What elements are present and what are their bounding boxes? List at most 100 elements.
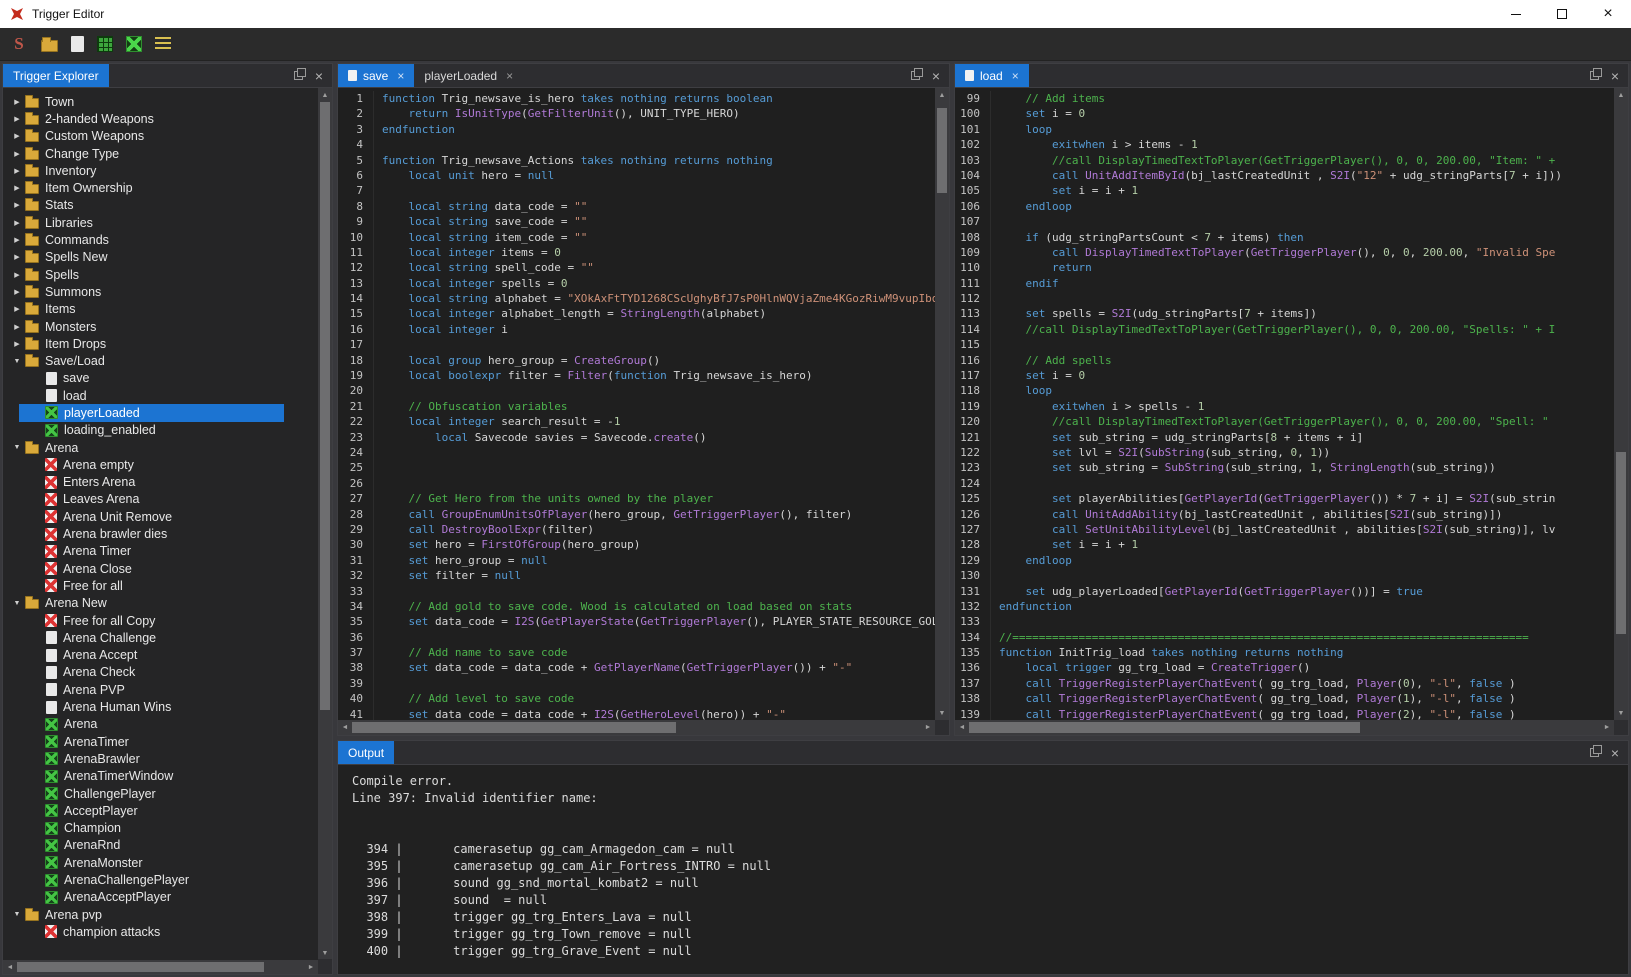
- tree-item-arenaacceptplayer[interactable]: ArenaAcceptPlayer: [3, 889, 318, 906]
- tab-save[interactable]: save×: [338, 64, 414, 87]
- tree-item-2-handed-weapons[interactable]: ▶2-handed Weapons: [3, 110, 318, 127]
- tree-item-arenamonster[interactable]: ArenaMonster: [3, 854, 318, 871]
- script-editor-icon[interactable]: S: [10, 35, 28, 53]
- tree-item-arena-accept[interactable]: Arena Accept: [3, 647, 318, 664]
- float-panel-icon[interactable]: [1590, 748, 1599, 757]
- tree-item-free-for-all-copy[interactable]: Free for all Copy: [3, 612, 318, 629]
- load-code-editor[interactable]: 99 // Add items100 set i = 0101 loop102 …: [955, 88, 1614, 720]
- chevron-right-icon[interactable]: ▶: [9, 340, 25, 348]
- tree-item-arena-check[interactable]: Arena Check: [3, 664, 318, 681]
- tree-item-arena-challenge[interactable]: Arena Challenge: [3, 629, 318, 646]
- script-list-icon[interactable]: [155, 37, 171, 51]
- tree-item-loading-enabled[interactable]: loading_enabled: [3, 422, 318, 439]
- tree-item-save[interactable]: save: [3, 370, 318, 387]
- tree-item-leaves-arena[interactable]: Leaves Arena: [3, 491, 318, 508]
- new-trigger-icon[interactable]: [71, 36, 84, 52]
- tree-item-inventory[interactable]: ▶Inventory: [3, 162, 318, 179]
- tab-playerLoaded[interactable]: playerLoaded×: [414, 64, 523, 87]
- save-code-editor[interactable]: 1function Trig_newsave_is_hero takes not…: [338, 88, 935, 720]
- tree-item-libraries[interactable]: ▶Libraries: [3, 214, 318, 231]
- tree-item-enters-arena[interactable]: Enters Arena: [3, 474, 318, 491]
- chevron-down-icon[interactable]: ▼: [9, 358, 25, 365]
- close-panel-icon[interactable]: ×: [1611, 69, 1619, 83]
- chevron-down-icon[interactable]: ▼: [9, 444, 25, 451]
- open-folder-icon[interactable]: [41, 40, 58, 52]
- tree-item-arena-unit-remove[interactable]: Arena Unit Remove: [3, 508, 318, 525]
- tree-item-arena-human-wins[interactable]: Arena Human Wins: [3, 698, 318, 715]
- chevron-right-icon[interactable]: ▶: [9, 150, 25, 158]
- scroll-down-icon[interactable]: ▼: [935, 706, 949, 720]
- tree-item-stats[interactable]: ▶Stats: [3, 197, 318, 214]
- tree-item-save-load[interactable]: ▼Save/Load: [3, 352, 318, 369]
- scroll-left-icon[interactable]: ◄: [3, 960, 17, 974]
- tree-item-free-for-all[interactable]: Free for all: [3, 577, 318, 594]
- chevron-right-icon[interactable]: ▶: [9, 305, 25, 313]
- tree-item-playerloaded[interactable]: playerLoaded: [3, 404, 318, 421]
- chevron-right-icon[interactable]: ▶: [9, 253, 25, 261]
- chevron-right-icon[interactable]: ▶: [9, 219, 25, 227]
- editor-vertical-scrollbar[interactable]: ▲ ▼: [935, 88, 949, 720]
- tree-item-change-type[interactable]: ▶Change Type: [3, 145, 318, 162]
- close-panel-icon[interactable]: ×: [1611, 746, 1619, 760]
- chevron-right-icon[interactable]: ▶: [9, 201, 25, 209]
- tree-item-commands[interactable]: ▶Commands: [3, 231, 318, 248]
- scrollbar-thumb[interactable]: [1616, 452, 1626, 633]
- tree-item-arena[interactable]: Arena: [3, 716, 318, 733]
- scrollbar-thumb[interactable]: [17, 962, 264, 972]
- chevron-right-icon[interactable]: ▶: [9, 271, 25, 279]
- tree-item-arena-pvp[interactable]: Arena PVP: [3, 681, 318, 698]
- tree-item-arenabrawler[interactable]: ArenaBrawler: [3, 750, 318, 767]
- scroll-down-icon[interactable]: ▼: [1614, 706, 1628, 720]
- tree-item-custom-weapons[interactable]: ▶Custom Weapons: [3, 128, 318, 145]
- tree-item-arena-pvp[interactable]: ▼Arena pvp: [3, 906, 318, 923]
- tree-item-load[interactable]: load: [3, 387, 318, 404]
- tree-item-arenachallengeplayer[interactable]: ArenaChallengePlayer: [3, 871, 318, 888]
- tree-item-challengeplayer[interactable]: ChallengePlayer: [3, 785, 318, 802]
- tree-item-champion[interactable]: Champion: [3, 819, 318, 836]
- scroll-right-icon[interactable]: ►: [921, 720, 935, 734]
- tree-item-spells-new[interactable]: ▶Spells New: [3, 249, 318, 266]
- tree-item-arena-close[interactable]: Arena Close: [3, 560, 318, 577]
- scroll-left-icon[interactable]: ◄: [338, 720, 352, 734]
- tab-close-icon[interactable]: ×: [397, 69, 404, 83]
- tree-item-arenatimerwindow[interactable]: ArenaTimerWindow: [3, 768, 318, 785]
- tree-item-arena-empty[interactable]: Arena empty: [3, 456, 318, 473]
- scrollbar-thumb[interactable]: [937, 108, 947, 193]
- tree-item-arena-timer[interactable]: Arena Timer: [3, 543, 318, 560]
- tab-close-icon[interactable]: ×: [506, 69, 513, 83]
- chevron-right-icon[interactable]: ▶: [9, 98, 25, 106]
- chevron-right-icon[interactable]: ▶: [9, 288, 25, 296]
- scroll-up-icon[interactable]: ▲: [935, 88, 949, 102]
- explorer-vertical-scrollbar[interactable]: ▲ ▼: [318, 88, 332, 960]
- editor-horizontal-scrollbar[interactable]: ◄ ►: [955, 720, 1614, 735]
- chevron-down-icon[interactable]: ▼: [9, 600, 25, 607]
- editor-horizontal-scrollbar[interactable]: ◄ ►: [338, 720, 935, 735]
- scroll-up-icon[interactable]: ▲: [1614, 88, 1628, 102]
- tree-item-arena-brawler-dies[interactable]: Arena brawler dies: [3, 525, 318, 542]
- explorer-horizontal-scrollbar[interactable]: ◄ ►: [3, 960, 318, 974]
- float-panel-icon[interactable]: [911, 71, 920, 80]
- tree-item-item-drops[interactable]: ▶Item Drops: [3, 335, 318, 352]
- tree-item-monsters[interactable]: ▶Monsters: [3, 318, 318, 335]
- float-panel-icon[interactable]: [1590, 71, 1599, 80]
- chevron-right-icon[interactable]: ▶: [9, 236, 25, 244]
- scroll-up-icon[interactable]: ▲: [318, 88, 332, 102]
- editor-vertical-scrollbar[interactable]: ▲ ▼: [1614, 88, 1628, 720]
- chevron-right-icon[interactable]: ▶: [9, 323, 25, 331]
- tree-item-arena-new[interactable]: ▼Arena New: [3, 595, 318, 612]
- scroll-right-icon[interactable]: ►: [304, 960, 318, 974]
- scroll-down-icon[interactable]: ▼: [318, 946, 332, 960]
- scrollbar-thumb[interactable]: [320, 102, 330, 710]
- tree-item-summons[interactable]: ▶Summons: [3, 283, 318, 300]
- tree-item-acceptplayer[interactable]: AcceptPlayer: [3, 802, 318, 819]
- output-tab[interactable]: Output: [338, 741, 394, 764]
- float-panel-icon[interactable]: [294, 71, 303, 80]
- close-panel-icon[interactable]: ×: [932, 69, 940, 83]
- tree-item-item-ownership[interactable]: ▶Item Ownership: [3, 179, 318, 196]
- tab-load[interactable]: load×: [955, 64, 1029, 87]
- variable-grid-icon[interactable]: [97, 36, 113, 52]
- close-button[interactable]: ×: [1585, 0, 1631, 28]
- chevron-right-icon[interactable]: ▶: [9, 115, 25, 123]
- maximize-button[interactable]: [1539, 0, 1585, 28]
- trigger-explorer-tab[interactable]: Trigger Explorer: [3, 64, 109, 87]
